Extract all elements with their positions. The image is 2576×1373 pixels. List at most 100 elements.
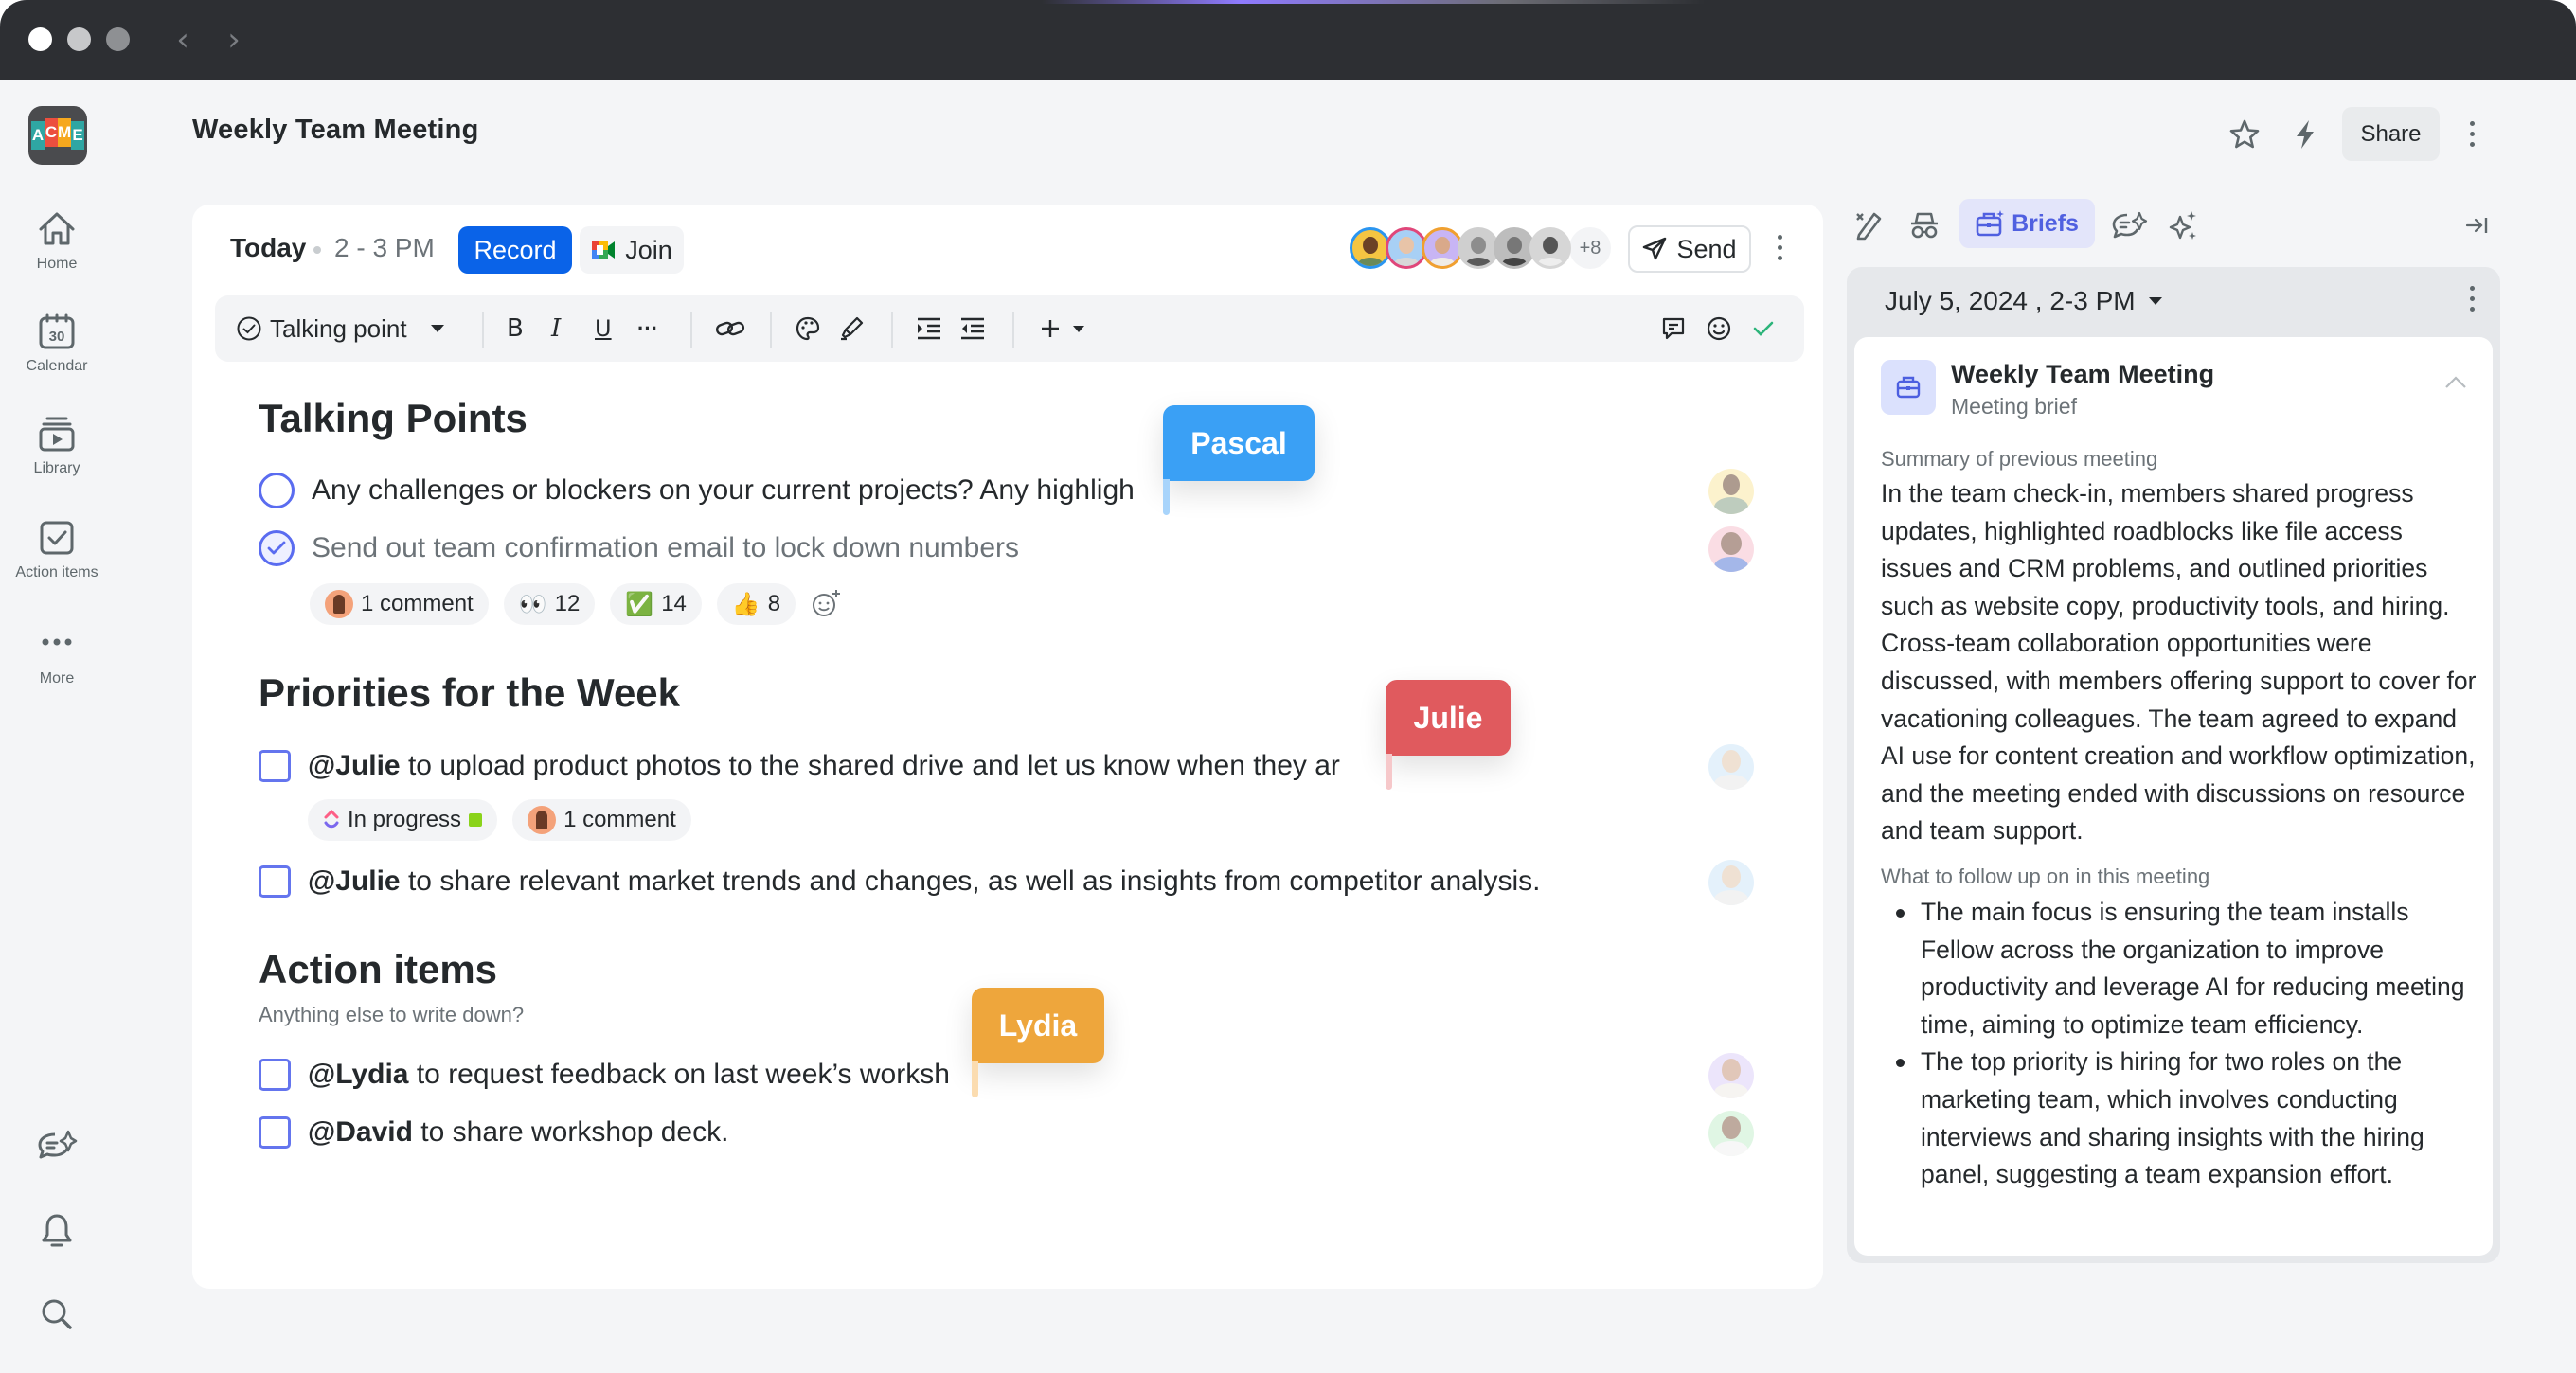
record-button[interactable]: Record: [458, 226, 572, 274]
kebab-icon[interactable]: [2470, 121, 2475, 147]
mention[interactable]: @David: [308, 1116, 413, 1148]
tab-notes[interactable]: [1850, 206, 1887, 244]
underline-button[interactable]: U: [595, 295, 612, 362]
priority-text[interactable]: @Julie to upload product photos to the s…: [308, 750, 1340, 782]
brief-date-dropdown[interactable]: July 5, 2024 , 2-3 PM: [1885, 286, 2164, 316]
priority-checkbox[interactable]: [259, 750, 291, 782]
toolbar-divider: [1012, 312, 1014, 348]
block-type-dropdown[interactable]: Talking point: [236, 295, 447, 362]
outdent-button[interactable]: [959, 295, 986, 362]
window-maximize-button[interactable]: [106, 27, 130, 51]
tab-ai-chat[interactable]: [2110, 206, 2148, 244]
comment-button[interactable]: [1660, 295, 1687, 362]
ai-chat-icon: [38, 1130, 78, 1159]
cursor-caret: [1163, 479, 1170, 515]
section-subtitle: Anything else to write down?: [259, 1003, 525, 1026]
sidebar-item-home[interactable]: Home: [0, 210, 114, 273]
saved-status: [1751, 295, 1776, 362]
indent-button[interactable]: [916, 295, 942, 362]
bold-button[interactable]: B: [507, 295, 524, 362]
logo-letter: M: [58, 118, 71, 147]
collapse-right-icon: [2465, 218, 2488, 233]
assignee-avatar[interactable]: [1708, 1053, 1754, 1098]
tab-briefs[interactable]: Briefs: [1959, 199, 2095, 248]
insert-button[interactable]: [1039, 295, 1086, 362]
outdent-icon: [961, 317, 984, 340]
notes-edit-icon: [1856, 212, 1882, 241]
window-close-button[interactable]: [28, 27, 52, 51]
status-chip[interactable]: In progress: [308, 799, 498, 841]
send-button[interactable]: Send: [1628, 225, 1751, 273]
talking-point-text[interactable]: Send out team confirmation email to lock…: [312, 532, 1019, 564]
priority-checkbox[interactable]: [259, 865, 291, 898]
link-button[interactable]: [715, 295, 745, 362]
sidebar-search[interactable]: [0, 1297, 114, 1331]
lightning-button[interactable]: [2288, 117, 2322, 152]
ellipsis-icon: ···: [637, 316, 658, 340]
tab-ai-sparkles[interactable]: [2165, 206, 2203, 244]
mention[interactable]: @Julie: [308, 750, 401, 781]
share-button[interactable]: Share: [2342, 107, 2440, 161]
talking-point-text[interactable]: Any challenges or blockers on your curre…: [312, 474, 1135, 507]
check-icon: [267, 541, 286, 555]
sidebar-item-library[interactable]: Library: [0, 415, 114, 477]
assignee-avatar[interactable]: [1708, 526, 1754, 572]
avatar: [528, 806, 557, 834]
bold-icon: B: [507, 314, 524, 343]
priority-text[interactable]: @Julie to share relevant market trends a…: [308, 865, 1541, 898]
text-color-button[interactable]: [795, 295, 821, 362]
italic-button[interactable]: I: [551, 295, 561, 362]
action-item-text[interactable]: @David to share workshop deck.: [308, 1116, 728, 1149]
comment-chip[interactable]: 1 comment: [512, 799, 691, 841]
action-item: @David to share workshop deck.: [259, 1112, 728, 1153]
mention[interactable]: @Julie: [308, 865, 401, 897]
chevron-up-icon[interactable]: [2443, 375, 2468, 390]
chevron-right-icon[interactable]: ›: [220, 21, 248, 59]
assignee-avatar[interactable]: [1708, 744, 1754, 790]
briefcase-sparkle-icon: [1976, 210, 2005, 237]
comment-chip[interactable]: 1 comment: [310, 583, 489, 625]
avatar[interactable]: [1530, 227, 1571, 269]
mention[interactable]: @Lydia: [308, 1059, 409, 1090]
join-label: Join: [625, 235, 672, 264]
block-type-label: Talking point: [270, 313, 407, 343]
assignee-avatar[interactable]: [1708, 860, 1754, 905]
card-kebab-icon[interactable]: [1778, 235, 1782, 260]
talking-point-checkbox-checked[interactable]: [259, 530, 295, 566]
action-item-checkbox[interactable]: [259, 1116, 291, 1149]
action-item-body: to request feedback on last week’s works…: [408, 1059, 950, 1090]
talking-point-checkbox[interactable]: [259, 473, 295, 508]
sidebar-ai-chat[interactable]: [0, 1129, 114, 1161]
action-item-text[interactable]: @Lydia to request feedback on last week’…: [308, 1059, 950, 1091]
collapse-panel-button[interactable]: [2459, 206, 2496, 244]
attendee-avatars[interactable]: +8: [1350, 227, 1611, 275]
assignee-avatar[interactable]: [1708, 1111, 1754, 1156]
add-reaction-icon[interactable]: [811, 588, 843, 620]
sidebar-item-more[interactable]: More: [0, 631, 114, 687]
more-format-button[interactable]: ···: [637, 295, 658, 362]
emoji-button[interactable]: [1706, 295, 1732, 362]
reaction-chip[interactable]: ✅ 14: [610, 583, 702, 625]
acme-logo[interactable]: A C M E: [28, 106, 87, 165]
page-title: Weekly Team Meeting: [192, 115, 479, 145]
reaction-chip[interactable]: 👀 12: [503, 583, 596, 625]
assignee-avatar[interactable]: [1708, 469, 1754, 514]
reaction-chip[interactable]: 👍 8: [716, 583, 796, 625]
highlight-button[interactable]: [838, 295, 865, 362]
sidebar-item-calendar[interactable]: 30 Calendar: [0, 312, 114, 375]
star-button[interactable]: [2227, 117, 2262, 152]
action-item-checkbox[interactable]: [259, 1059, 291, 1091]
join-button[interactable]: Join: [580, 226, 684, 274]
cursor-flag-lydia: Lydia: [972, 988, 1104, 1063]
palette-icon: [796, 316, 820, 341]
more-attendees-count[interactable]: +8: [1569, 227, 1611, 269]
chevron-left-icon[interactable]: ‹: [169, 21, 197, 59]
window-minimize-button[interactable]: [67, 27, 91, 51]
eyes-emoji-icon: 👀: [518, 591, 547, 617]
tab-private-notes[interactable]: [1905, 206, 1943, 244]
sidebar-notifications[interactable]: [0, 1212, 114, 1250]
separator-dot: [313, 246, 321, 254]
sidebar-item-action-items[interactable]: Action items: [0, 519, 114, 581]
caret-down-icon: [2148, 297, 2162, 305]
brief-kebab-icon[interactable]: [2470, 286, 2475, 312]
